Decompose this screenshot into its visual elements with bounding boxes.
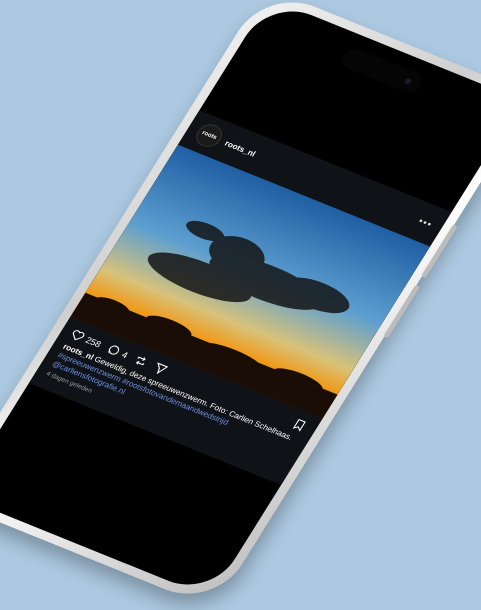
dynamic-island — [338, 45, 426, 96]
share-icon — [156, 362, 169, 375]
camera-icon — [403, 77, 413, 85]
share-button[interactable] — [151, 361, 170, 377]
like-count: 258 — [83, 334, 104, 349]
comment-count: 4 — [120, 349, 131, 360]
more-options-icon[interactable]: ••• — [416, 216, 434, 231]
phone-frame: roots roots_nl ••• 258 4 roots_nl Geweld… — [0, 0, 481, 609]
bookmark-icon — [292, 418, 306, 432]
instagram-post: roots roots_nl ••• 258 4 roots_nl Geweld… — [28, 110, 452, 486]
repost-button[interactable] — [131, 353, 150, 369]
repost-icon — [136, 356, 146, 366]
save-button[interactable] — [290, 417, 309, 433]
avatar[interactable]: roots — [191, 120, 227, 151]
